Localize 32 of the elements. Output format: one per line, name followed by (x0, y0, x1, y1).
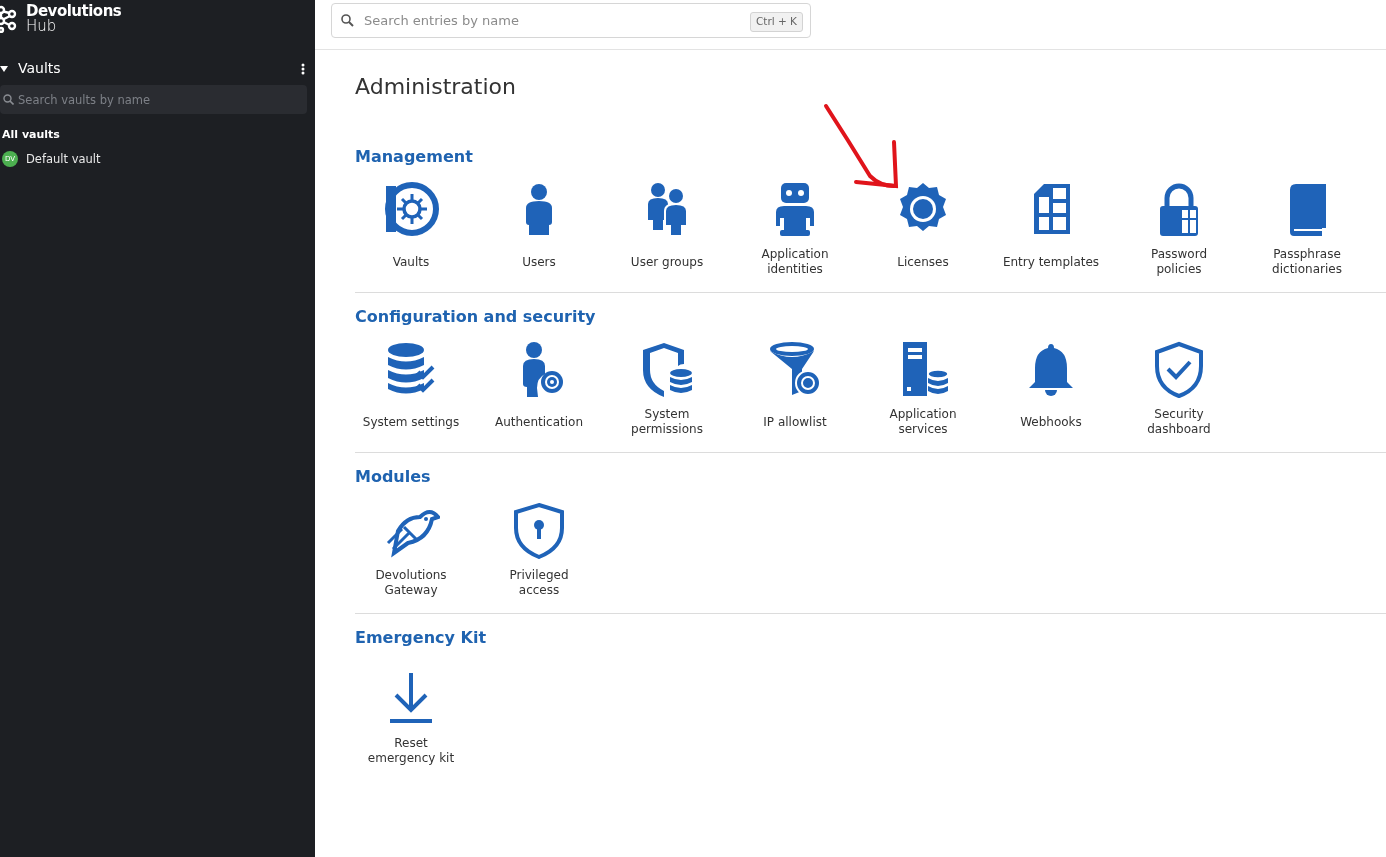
section-heading: Emergency Kit (355, 627, 488, 647)
caret-icon[interactable] (0, 65, 8, 72)
admin-tile[interactable]: Webhooks (987, 340, 1115, 439)
shortcut-hint: Ctrl + K (749, 12, 803, 32)
section-heading: Management (355, 147, 474, 167)
admin-tile[interactable]: Licenses (859, 180, 987, 279)
admin-tile[interactable]: Vaults (347, 180, 475, 279)
admin-tile[interactable]: System settings (347, 340, 475, 439)
brand-name: Devolutions (26, 4, 122, 19)
admin-tile[interactable]: Security dashboard (1115, 340, 1243, 439)
section-heading: Configuration and security (355, 307, 597, 327)
vault-search-field[interactable]: Search vaults by name (0, 85, 307, 114)
admin-tile[interactable]: Password policies (1115, 180, 1243, 279)
admin-tile[interactable]: Application services (859, 340, 987, 439)
section-title[interactable]: Vaults (18, 58, 301, 79)
admin-tile[interactable]: IP allowlist (731, 340, 859, 439)
page-title: Administration (355, 73, 517, 101)
section-heading: Modules (355, 467, 432, 487)
admin-tile[interactable]: Privileged access (475, 500, 603, 599)
admin-tile[interactable]: Authentication (475, 340, 603, 439)
admin-tile[interactable]: Entry templates (987, 180, 1115, 279)
admin-tile[interactable]: Users (475, 180, 603, 279)
admin-tile[interactable]: Application identities (731, 180, 859, 279)
admin-tile[interactable]: Devolutions Gateway (347, 500, 475, 599)
product-name: Hub (26, 19, 58, 34)
vault-icon (382, 180, 440, 239)
admin-tile[interactable]: User groups (603, 180, 731, 279)
group-label: All vaults (2, 127, 61, 143)
more-icon[interactable] (301, 62, 305, 75)
admin-tile[interactable]: Passphrase dictionaries (1243, 180, 1371, 279)
admin-tile[interactable]: Reset emergency kit (347, 668, 475, 767)
admin-tile[interactable]: System permissions (603, 340, 731, 439)
